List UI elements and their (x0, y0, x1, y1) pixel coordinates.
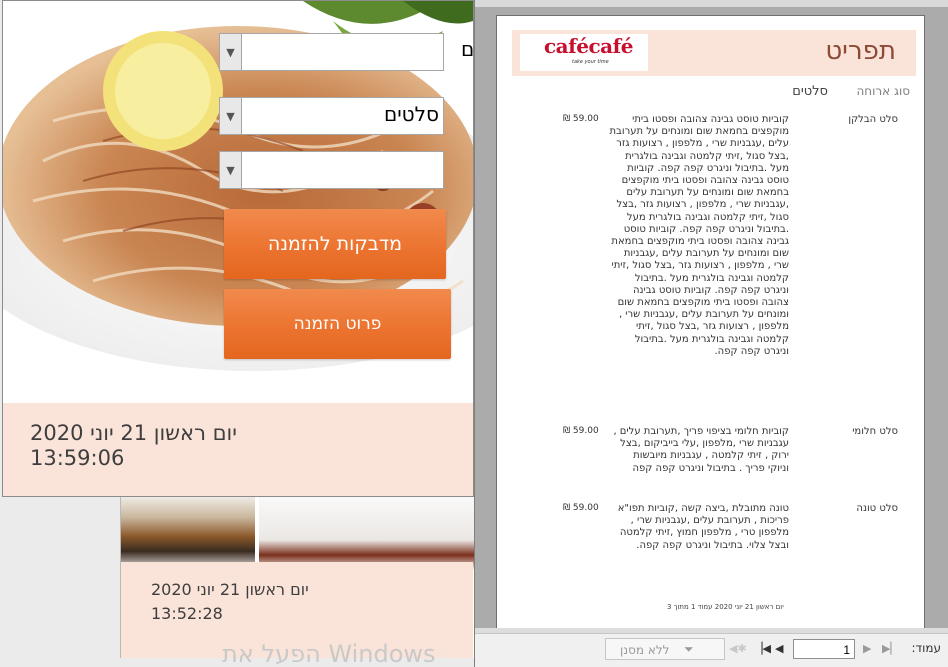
record-navigation-bar: עמוד: ▶▏ ▶ ◀ ▕◀ ◀✱ ⏷ ללא מסנן (475, 633, 948, 667)
report-page-footer: יום ראשון 21 יוני 2020 עמוד 1 מתוך 3 (667, 603, 784, 611)
page-label: עמוד: (911, 641, 941, 655)
cafe-logo: cafécafé take your time (520, 34, 648, 71)
filter-label: ללא מסנן (620, 643, 670, 657)
order-date: יום ראשון 21 יוני 2020 (30, 421, 237, 445)
new-record-icon[interactable]: ◀✱ (729, 642, 747, 655)
menu-item-name: סלט הבלקן (848, 114, 898, 125)
report-page: cafécafé take your time תפריט סוג ארוחה … (496, 15, 925, 629)
menu-item-name: סלט טונה (856, 503, 898, 514)
background-photo-strip (121, 495, 481, 570)
report-window-top-edge (475, 0, 948, 7)
next-page-icon[interactable]: ▶ (863, 642, 871, 655)
order-date-panel: יום ראשון 21 יוני 2020 13:59:06 (3, 403, 473, 496)
meal-type-value: סלטים (792, 84, 828, 99)
order-form-window: ם ▼ ▼ סלטים ▼ מדבקות להזמנה פרוט הזמנה י… (2, 0, 474, 497)
previous-page-icon[interactable]: ◀ (775, 642, 783, 655)
logo-tagline: take your time (572, 59, 609, 65)
order-labels-button[interactable]: מדבקות להזמנה (224, 209, 446, 279)
report-title: תפריט (825, 36, 896, 66)
chevron-down-icon[interactable]: ▼ (220, 98, 242, 134)
background-date: יום ראשון 21 יוני 2020 (151, 580, 309, 599)
chevron-down-icon[interactable]: ▼ (220, 152, 242, 188)
menu-item-description: טונה מתובלת ,ביצה קשה ,קוביות תפו"א פריכ… (617, 503, 789, 551)
first-page-icon[interactable]: ▕◀ (754, 642, 771, 655)
report-preview-window: cafécafé take your time תפריט סוג ארוחה … (474, 0, 948, 667)
logo-text: cafécafé (544, 34, 633, 58)
top-combo-box[interactable]: ▼ (219, 33, 444, 71)
menu-item-price: ₪ 59.00 (563, 426, 599, 436)
menu-item-description: קוביות חלומי בציפוי פריך ,תערובת עלים , … (613, 426, 789, 474)
order-time: 13:59:06 (30, 446, 125, 470)
meal-type-combo-value: סלטים (383, 102, 439, 126)
filter-toggle[interactable]: ⏷ ללא מסנן (605, 638, 725, 660)
bottom-combo-box[interactable]: ▼ (219, 151, 444, 189)
filter-icon: ⏷ (684, 642, 694, 656)
dish-photo-right (259, 495, 481, 570)
order-details-button[interactable]: פרוט הזמנה (224, 289, 451, 359)
menu-item-description: קוביות טוסט גבינה צהובה ופסטו ביתי מוקפצ… (609, 114, 789, 357)
menu-item-name: סלט חלומי (852, 426, 898, 437)
menu-item-price: ₪ 59.00 (563, 114, 599, 124)
bottom-combo-value (242, 152, 443, 188)
chevron-down-icon[interactable]: ▼ (220, 34, 242, 70)
page-number-input[interactable] (793, 639, 855, 659)
background-time: 13:52:28 (151, 604, 223, 623)
dish-photo-left (121, 495, 255, 570)
category-label-edge: ם (461, 37, 474, 61)
meal-type-label: סוג ארוחה (856, 84, 910, 98)
last-page-icon[interactable]: ▶▏ (882, 642, 899, 655)
menu-item-price: ₪ 59.00 (563, 503, 599, 513)
report-header-banner: cafécafé take your time תפריט (512, 30, 916, 76)
windows-activation-watermark: הפעל את Windows (222, 640, 436, 667)
top-combo-value (242, 34, 443, 70)
meal-type-combo-box[interactable]: ▼ סלטים (219, 97, 444, 135)
